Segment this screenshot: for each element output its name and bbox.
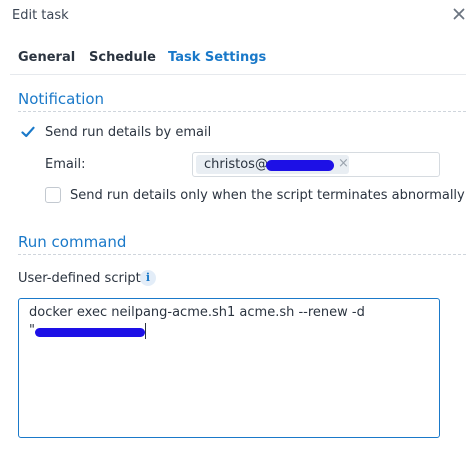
checkmark-icon — [21, 126, 35, 138]
section-divider — [18, 254, 466, 255]
email-tag: christos@ × — [196, 155, 349, 174]
tab-general[interactable]: General — [18, 50, 75, 65]
script-label: User-defined script — [18, 271, 141, 286]
tab-bar: General Schedule Task Settings — [0, 46, 474, 76]
remove-tag-icon[interactable]: × — [338, 156, 349, 171]
tab-schedule[interactable]: Schedule — [89, 50, 156, 65]
abnormal-only-checkbox[interactable] — [45, 187, 61, 203]
script-line-1: docker exec neilpang-acme.sh1 acme.sh --… — [29, 305, 365, 320]
email-label: Email: — [45, 157, 86, 172]
abnormal-only-label: Send run details only when the script te… — [70, 188, 465, 203]
email-tag-text: christos@ — [204, 157, 268, 172]
close-icon[interactable] — [451, 6, 467, 22]
redaction-mark — [266, 160, 334, 171]
send-email-checkbox[interactable] — [20, 124, 36, 140]
email-field[interactable]: christos@ × — [192, 152, 440, 177]
section-divider — [18, 111, 466, 112]
script-line-2: " — [29, 323, 35, 338]
dialog-titlebar: Edit task — [0, 0, 474, 32]
text-caret — [145, 323, 146, 339]
tab-divider — [10, 74, 466, 75]
dialog-title: Edit task — [12, 8, 69, 23]
script-textarea[interactable]: docker exec neilpang-acme.sh1 acme.sh --… — [18, 298, 440, 438]
run-command-heading: Run command — [18, 233, 127, 251]
notification-heading: Notification — [18, 90, 105, 108]
redaction-mark — [35, 328, 145, 337]
send-email-label: Send run details by email — [45, 125, 212, 140]
info-icon[interactable]: i — [140, 270, 156, 286]
tab-task-settings[interactable]: Task Settings — [168, 50, 266, 65]
